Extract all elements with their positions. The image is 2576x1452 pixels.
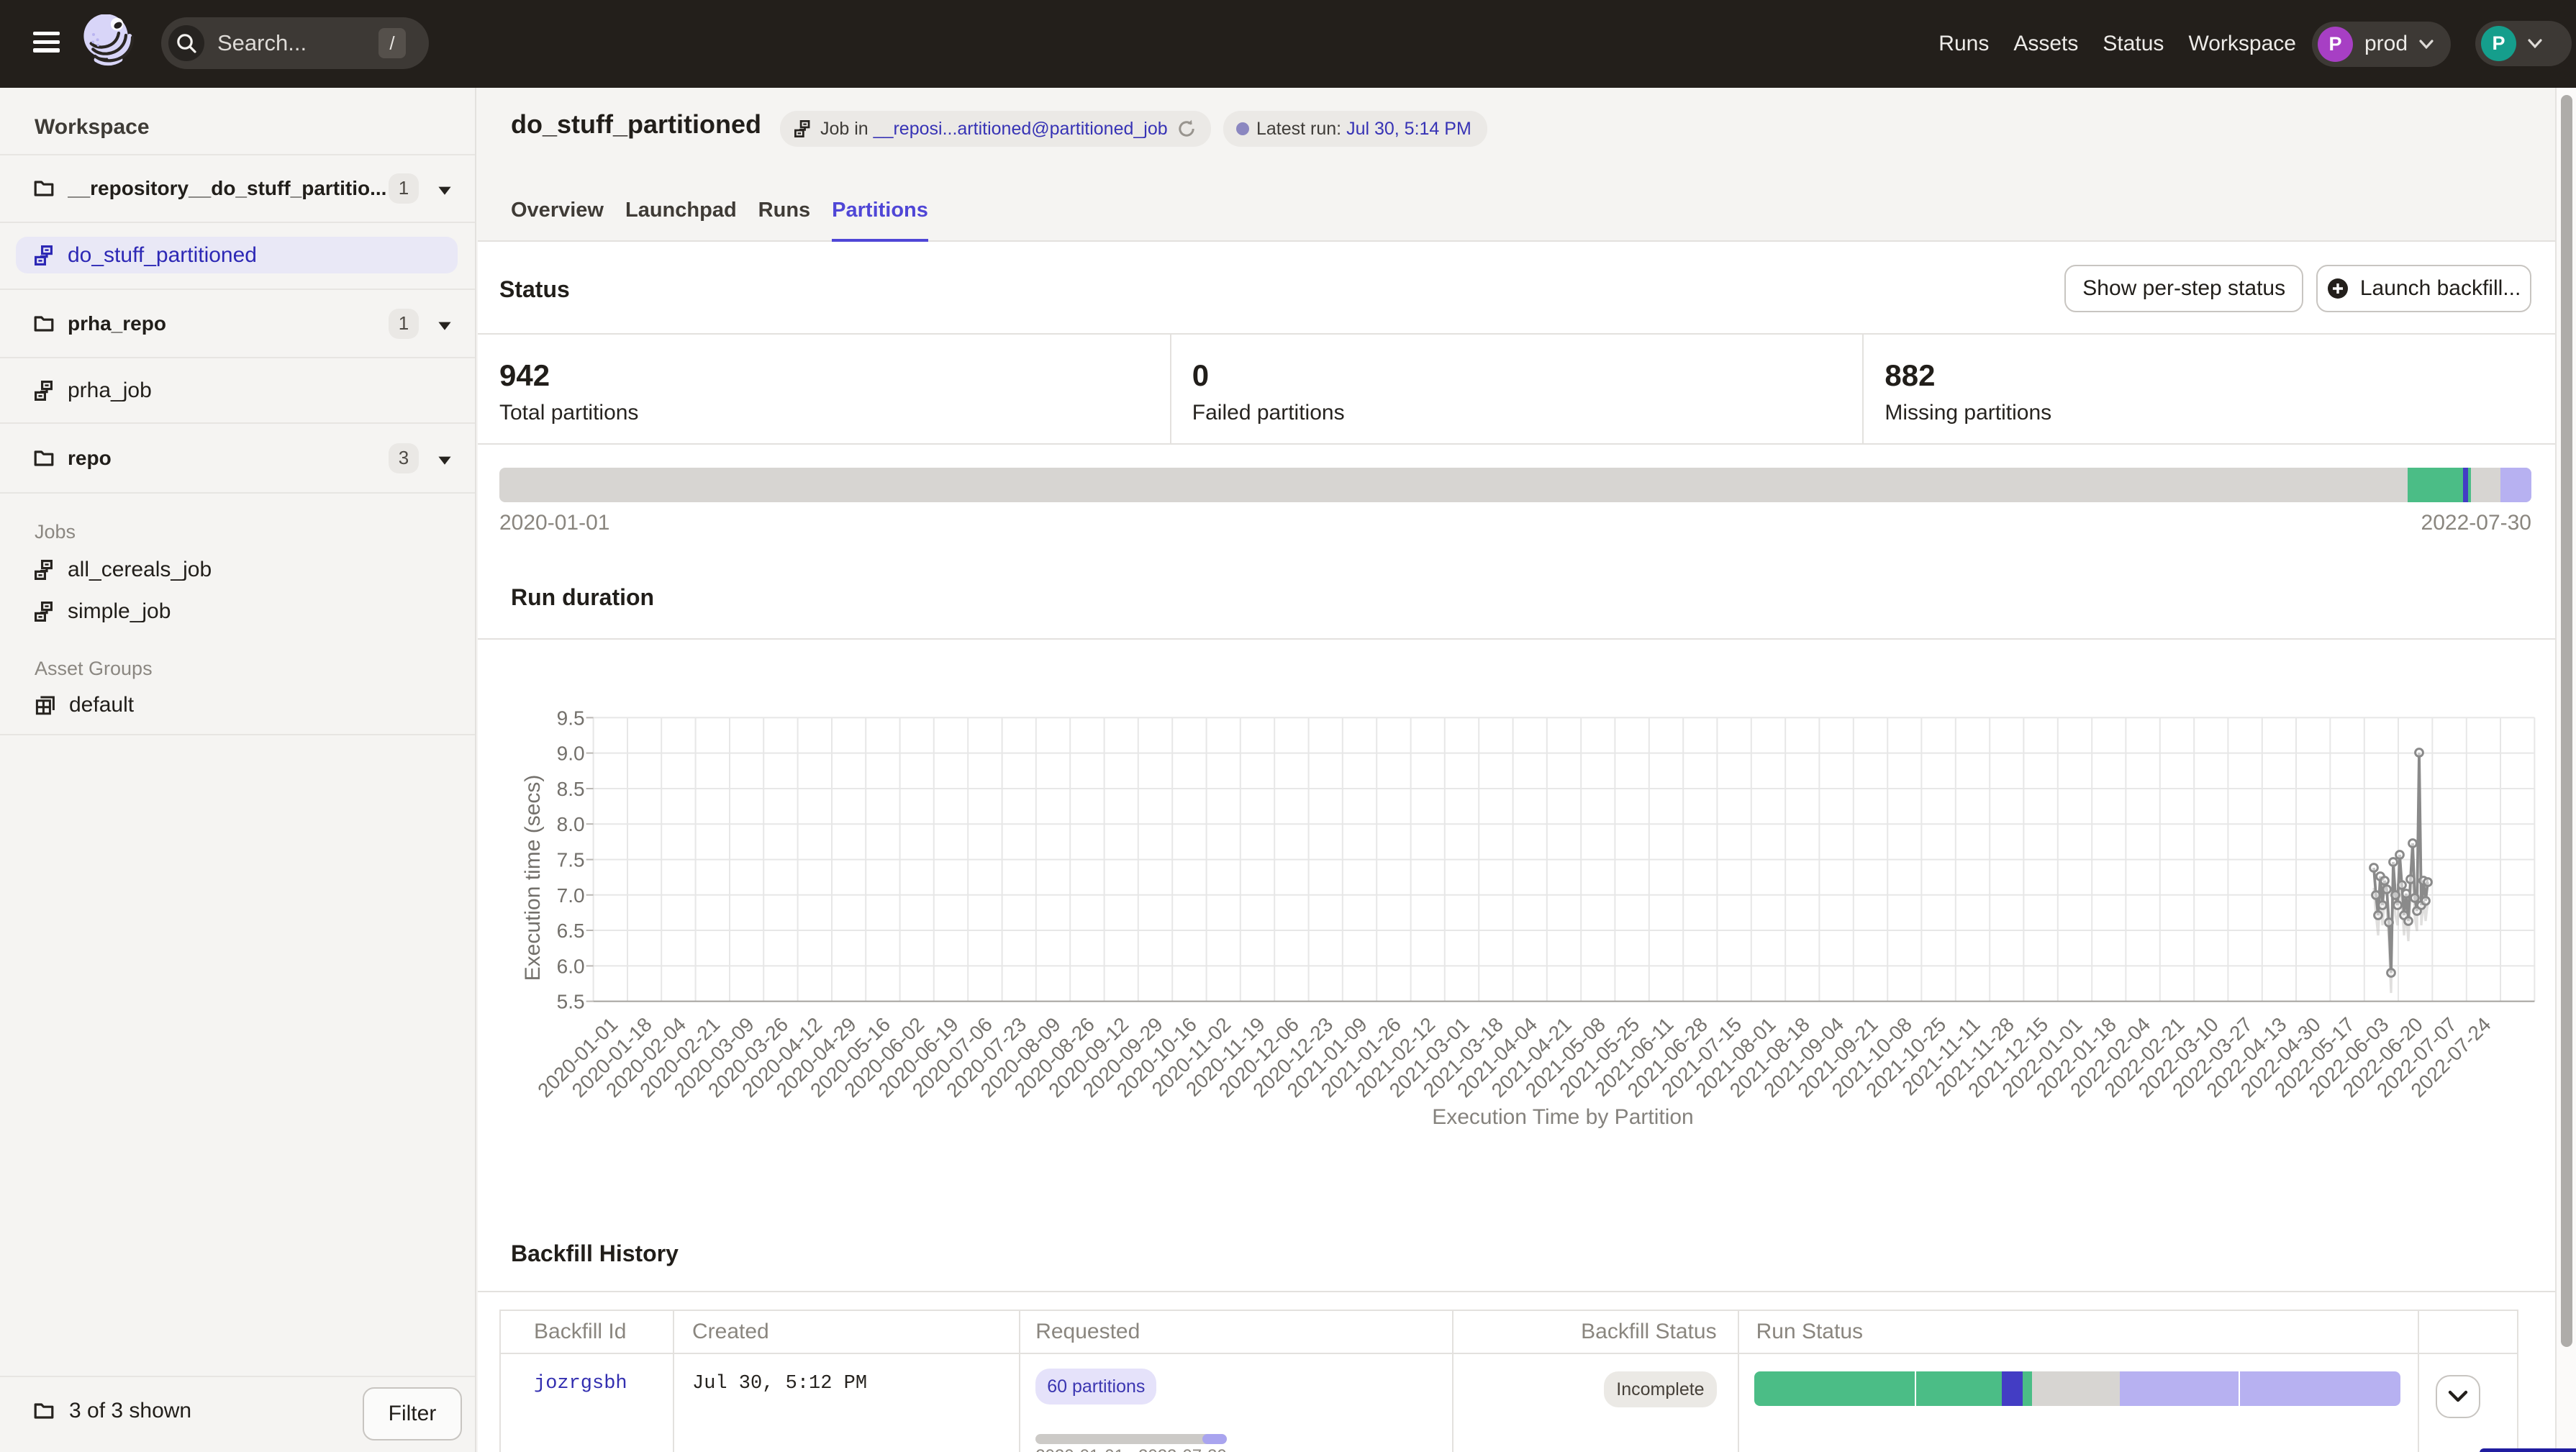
svg-text:Execution time (secs): Execution time (secs)	[521, 775, 545, 981]
svg-text:7.5: 7.5	[557, 849, 585, 871]
svg-text:9.0: 9.0	[557, 743, 585, 765]
svg-text:5.5: 5.5	[557, 991, 585, 1013]
svg-text:7.0: 7.0	[557, 884, 585, 907]
svg-text:9.5: 9.5	[557, 707, 585, 729]
svg-text:6.5: 6.5	[557, 920, 585, 942]
svg-text:8.0: 8.0	[557, 813, 585, 835]
svg-text:8.5: 8.5	[557, 778, 585, 800]
svg-text:Execution Time by Partition: Execution Time by Partition	[1432, 1105, 1694, 1129]
svg-text:6.0: 6.0	[557, 955, 585, 977]
